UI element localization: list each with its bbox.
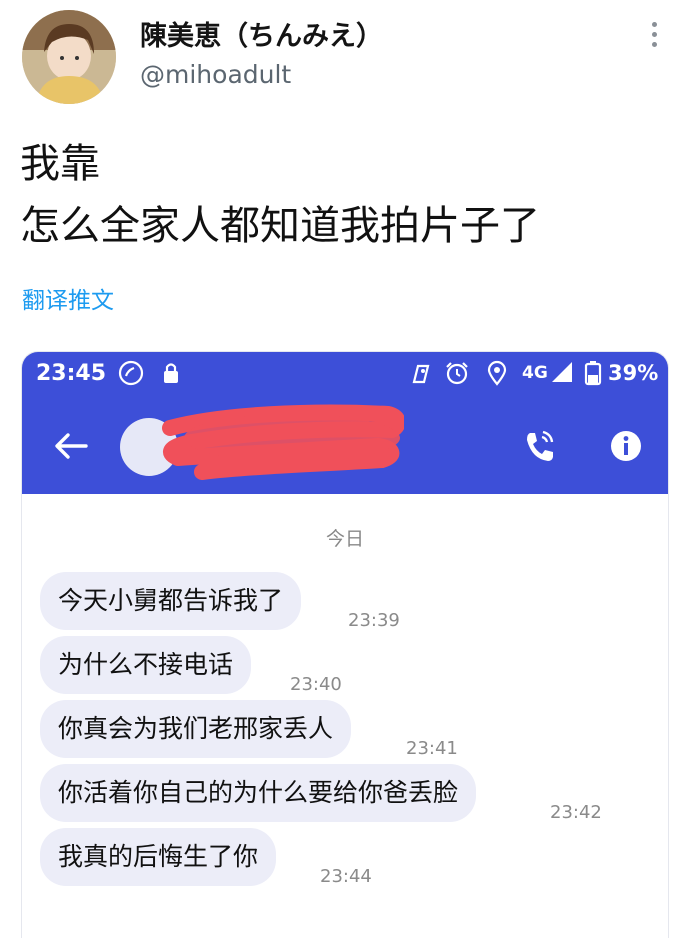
battery-level: 39% xyxy=(608,361,659,385)
tweet-line: 我靠 xyxy=(20,141,100,187)
back-arrow-icon[interactable] xyxy=(54,432,88,460)
tweet-text: 我靠 怎么全家人都知道我拍片子了 xyxy=(20,133,540,257)
redaction-scribble xyxy=(162,404,404,480)
location-icon xyxy=(487,360,507,386)
attached-screenshot[interactable]: 23:45 4G 39% 今日 今天小舅都告诉我了 23:39 为什么不接电话 … xyxy=(22,352,668,938)
status-bar: 23:45 4G 39% xyxy=(22,352,668,396)
display-name[interactable]: 陳美恵（ちんみえ） xyxy=(140,14,383,53)
signal-strength-icon xyxy=(552,362,572,382)
message-time: 23:39 xyxy=(348,610,400,631)
phone-call-icon[interactable] xyxy=(522,428,556,464)
message-list[interactable]: 今日 今天小舅都告诉我了 23:39 为什么不接电话 23:40 你真会为我们老… xyxy=(22,494,668,938)
battery-icon xyxy=(584,361,602,386)
conversation-header xyxy=(22,396,668,494)
message-item[interactable]: 今天小舅都告诉我了 xyxy=(40,572,302,630)
more-options-icon[interactable] xyxy=(648,22,662,52)
call-forward-icon xyxy=(118,360,144,386)
message-bubble[interactable]: 今天小舅都告诉我了 xyxy=(40,572,302,630)
tweet-line: 怎么全家人都知道我拍片子了 xyxy=(20,203,540,249)
message-time: 23:44 xyxy=(320,866,372,887)
date-separator: 今日 xyxy=(325,528,364,550)
message-time: 23:40 xyxy=(290,674,342,695)
message-time: 23:41 xyxy=(406,738,458,759)
message-bubble[interactable]: 我真的后悔生了你 xyxy=(40,828,277,886)
user-avatar[interactable] xyxy=(22,10,116,104)
signal-tag-icon xyxy=(412,364,430,384)
info-icon[interactable] xyxy=(610,430,642,462)
user-handle[interactable]: @mihoadult xyxy=(140,60,291,89)
message-bubble[interactable]: 你活着你自己的为什么要给你爸丢脸 xyxy=(40,764,477,822)
lock-icon xyxy=(164,363,178,383)
message-item[interactable]: 你真会为我们老邢家丢人 xyxy=(40,700,352,758)
message-bubble[interactable]: 你真会为我们老邢家丢人 xyxy=(40,700,352,758)
status-time: 23:45 xyxy=(36,361,107,386)
message-bubble[interactable]: 为什么不接电话 xyxy=(40,636,252,694)
network-type: 4G xyxy=(522,363,548,383)
message-item[interactable]: 你活着你自己的为什么要给你爸丢脸 xyxy=(40,764,477,822)
message-item[interactable]: 我真的后悔生了你 xyxy=(40,828,277,886)
message-item[interactable]: 为什么不接电话 xyxy=(40,636,252,694)
message-time: 23:42 xyxy=(550,802,602,823)
alarm-icon xyxy=(446,362,468,385)
translate-tweet-link[interactable]: 翻译推文 xyxy=(22,281,114,315)
